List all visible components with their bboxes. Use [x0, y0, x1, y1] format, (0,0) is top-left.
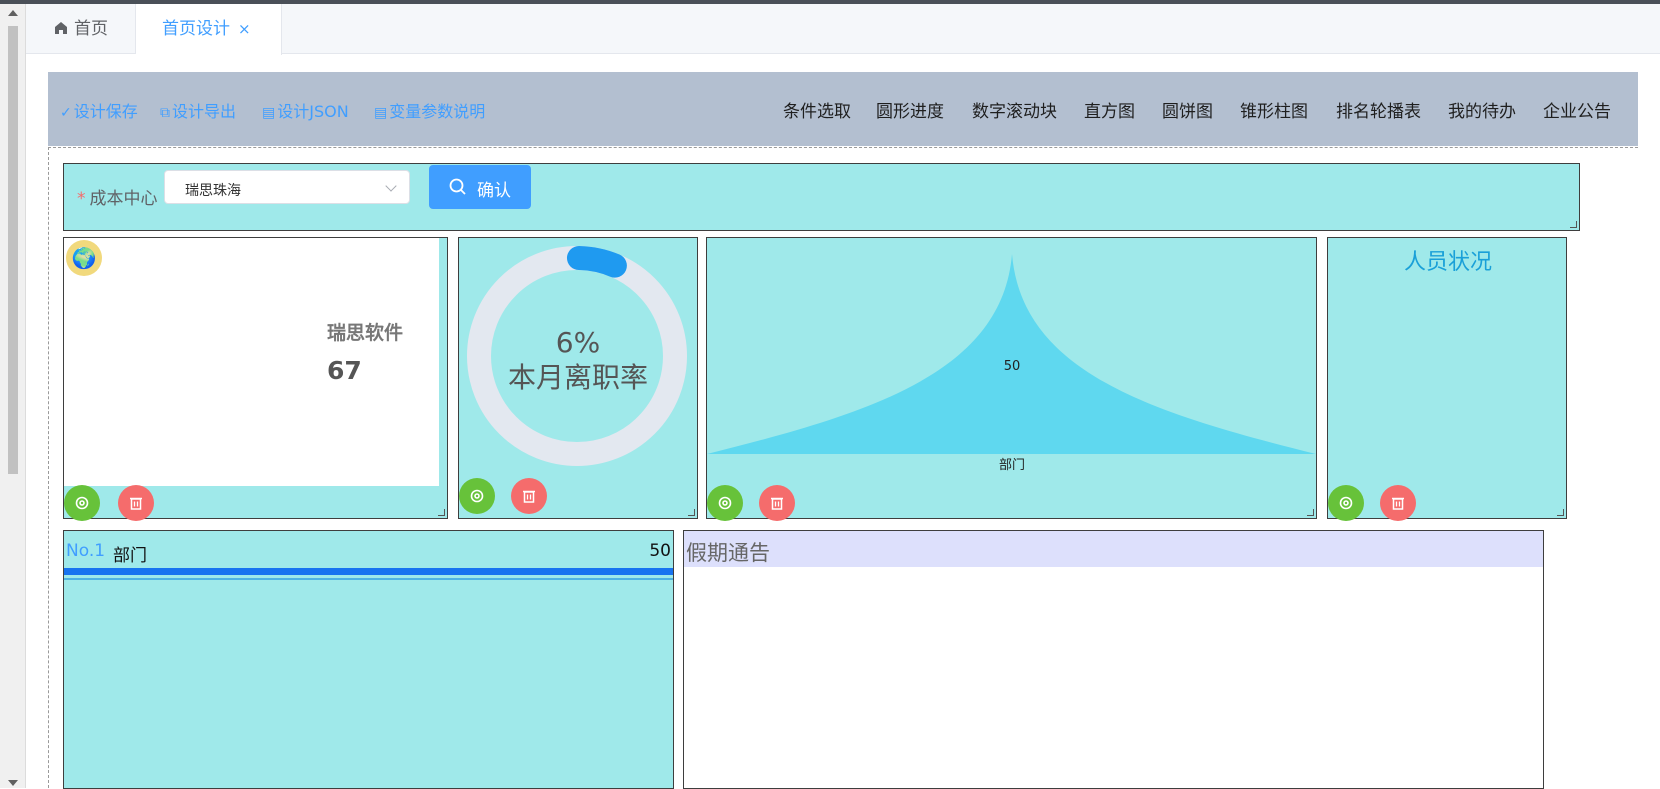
document-icon: ▤ — [374, 105, 388, 121]
delete-button[interactable] — [1380, 485, 1416, 521]
rank-progress-bar — [64, 568, 673, 575]
design-export-label: 设计导出 — [172, 102, 237, 121]
notice-header: 假期通告 — [684, 531, 1543, 567]
copy-icon: ⧉ — [160, 105, 170, 121]
delete-button[interactable] — [118, 485, 154, 521]
page-scrollbar[interactable] — [0, 4, 26, 788]
check-icon: ✓ — [60, 105, 72, 121]
widget-number-scroll[interactable]: 数字滚动块 — [972, 97, 1057, 122]
delete-button[interactable] — [511, 478, 547, 514]
tab-home-label: 首页 — [74, 19, 108, 39]
rank-value: 50 — [649, 541, 671, 561]
design-export-button[interactable]: ⧉ 设计导出 — [160, 98, 236, 122]
settings-button[interactable] — [64, 485, 100, 521]
counter-panel[interactable]: 🌍 瑞思软件 67 — [63, 237, 448, 521]
tab-home-design[interactable]: 首页设计 × — [136, 4, 282, 55]
widget-ring-progress[interactable]: 圆形进度 — [876, 97, 944, 122]
counter-card: 🌍 瑞思软件 67 — [64, 238, 439, 486]
notice-title: 假期通告 — [686, 541, 770, 565]
globe-icon: 🌍 — [66, 240, 102, 276]
widget-company-notice[interactable]: 企业公告 — [1543, 97, 1611, 122]
widget-pie-chart[interactable]: 圆饼图 — [1162, 97, 1213, 122]
ranking-panel[interactable]: No.1 部门 50 — [63, 530, 674, 789]
widget-histogram[interactable]: 直方图 — [1084, 97, 1135, 122]
settings-button[interactable] — [1328, 485, 1364, 521]
cone-bar — [707, 254, 1316, 454]
designer-toolbar: ✓ 设计保存 ⧉ 设计导出 ▤ 设计JSON ▤ 变量参数说明 条件选取 圆形进度 数字… — [48, 72, 1638, 146]
rank-number: No.1 — [66, 541, 106, 561]
ring-progress-arc — [566, 246, 627, 278]
cost-center-text: 成本中心 — [89, 189, 158, 209]
widget-ranking-carousel[interactable]: 排名轮播表 — [1336, 97, 1421, 122]
design-json-label: 设计JSON — [277, 102, 349, 121]
cone-bar-chart: 50 部门 — [707, 254, 1316, 473]
trash-icon — [130, 497, 142, 510]
widget-my-todo[interactable]: 我的待办 — [1448, 97, 1516, 122]
settings-button[interactable] — [707, 485, 743, 521]
variable-help-button[interactable]: ▤ 变量参数说明 — [374, 98, 485, 122]
tab-home-design-label: 首页设计 — [162, 19, 230, 39]
design-json-button[interactable]: ▤ 设计JSON — [262, 98, 349, 122]
ring-label: 本月离职率 — [507, 361, 648, 394]
filter-panel[interactable]: * 成本中心 瑞思珠海 确认 — [63, 163, 1580, 231]
resize-handle[interactable] — [438, 509, 445, 516]
design-canvas: * 成本中心 瑞思珠海 确认 🌍 瑞思软件 67 6% 本月离职率 50 部门 … — [48, 147, 1638, 789]
gear-icon — [718, 496, 732, 510]
tab-home[interactable]: 首页 — [26, 4, 136, 54]
gear-icon — [75, 496, 89, 510]
company-count: 67 — [327, 356, 362, 385]
design-save-label: 设计保存 — [73, 102, 138, 121]
cost-center-select[interactable]: 瑞思珠海 — [164, 170, 410, 204]
scroll-down-arrow-icon[interactable] — [8, 780, 18, 786]
gear-icon — [470, 489, 484, 503]
people-status-panel[interactable]: 人员状况 — [1327, 237, 1567, 521]
cone-value-label: 50 — [1004, 359, 1021, 374]
resize-handle[interactable] — [1307, 509, 1314, 516]
resize-handle[interactable] — [1557, 509, 1564, 516]
scroll-up-arrow-icon[interactable] — [8, 10, 18, 16]
widget-condition-select[interactable]: 条件选取 — [783, 97, 851, 122]
resize-handle[interactable] — [1570, 221, 1577, 228]
settings-button[interactable] — [459, 478, 495, 514]
trash-icon — [523, 490, 535, 503]
required-mark: * — [77, 189, 86, 209]
rank-name: 部门 — [113, 546, 147, 566]
variable-help-label: 变量参数说明 — [389, 102, 486, 121]
rank-divider — [64, 578, 673, 580]
cone-chart-panel[interactable]: 50 部门 — [706, 237, 1317, 521]
trash-icon — [771, 497, 783, 510]
delete-button[interactable] — [759, 485, 795, 521]
cost-center-value: 瑞思珠海 — [185, 183, 241, 199]
scroll-thumb[interactable] — [8, 26, 18, 474]
tab-bar: 首页 首页设计 × — [26, 4, 1660, 55]
gear-icon — [1339, 496, 1353, 510]
document-icon: ▤ — [262, 105, 276, 121]
cone-category-label: 部门 — [999, 458, 1025, 473]
trash-icon — [1392, 497, 1404, 510]
design-save-button[interactable]: ✓ 设计保存 — [60, 98, 138, 122]
ring-percent: 6% — [555, 326, 601, 359]
ring-progress-panel[interactable]: 6% 本月离职率 — [458, 237, 698, 519]
chevron-down-icon — [385, 180, 397, 192]
close-icon[interactable]: × — [238, 20, 251, 38]
notice-panel[interactable]: 假期通告 — [683, 530, 1544, 789]
people-status-title: 人员状况 — [1403, 250, 1492, 275]
confirm-button[interactable]: 确认 — [429, 165, 531, 209]
confirm-label: 确认 — [477, 181, 511, 201]
search-icon — [449, 178, 466, 195]
company-name: 瑞思软件 — [327, 322, 404, 344]
home-icon — [55, 22, 67, 34]
resize-handle[interactable] — [688, 509, 695, 516]
widget-cone-bar[interactable]: 锥形柱图 — [1240, 97, 1308, 122]
cost-center-label: * 成本中心 — [77, 184, 158, 209]
